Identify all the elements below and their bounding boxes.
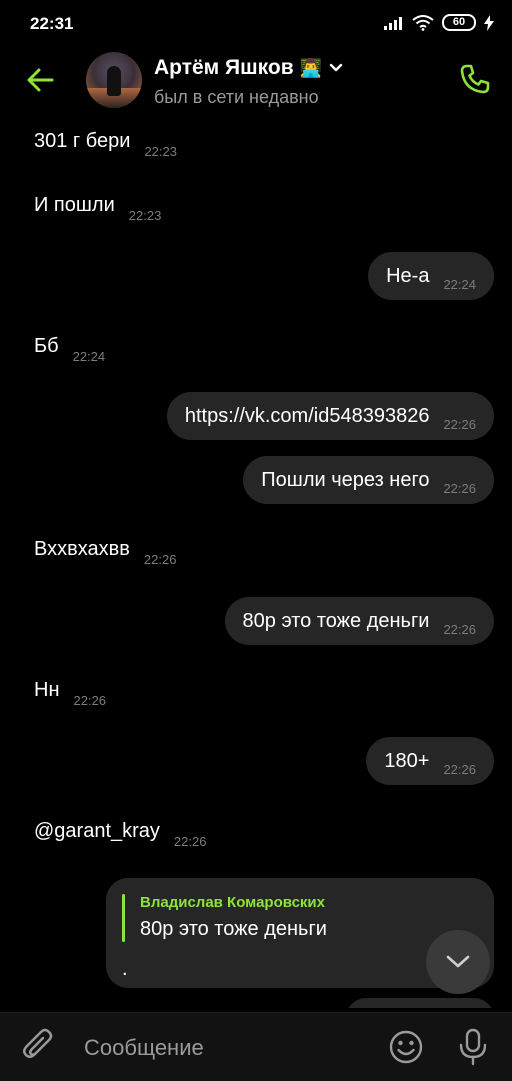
- message-time: 22:26: [443, 761, 476, 777]
- microphone-icon[interactable]: [454, 1027, 492, 1067]
- message-time: 22:26: [73, 693, 107, 708]
- reply-quote-bar: [122, 894, 125, 942]
- message-text: Нн: [34, 679, 60, 701]
- message-text: Вххвхахвв: [34, 538, 130, 560]
- contact-status: был в сети недавно: [154, 87, 319, 107]
- message-text: 180+: [384, 749, 430, 772]
- message-time: 22:26: [143, 552, 177, 567]
- message-link[interactable]: https://vk.com/id548393826: [185, 405, 430, 428]
- message-outgoing[interactable]: 180+ 22:26: [366, 737, 494, 785]
- message-text: Пошли через него: [261, 468, 430, 491]
- message-text: .: [122, 958, 128, 980]
- message-time: 22:23: [144, 144, 177, 159]
- message-incoming[interactable]: И пошли 22:23: [34, 194, 161, 223]
- reply-quoted-text: 80р это тоже деньги: [140, 918, 327, 940]
- message-incoming[interactable]: Бб 22:24: [34, 335, 105, 364]
- chevron-down-icon: [446, 955, 470, 968]
- signal-icon: [384, 16, 402, 30]
- battery-indicator: 60: [442, 14, 476, 31]
- paperclip-icon[interactable]: [20, 1027, 58, 1065]
- status-icons: 60: [384, 14, 494, 31]
- message-time: 22:26: [443, 480, 476, 496]
- message-text: Не-а: [386, 264, 430, 287]
- message-text: Бб: [34, 335, 59, 357]
- avatar[interactable]: [86, 52, 142, 108]
- message-time: 22:26: [443, 416, 476, 432]
- message-outgoing[interactable]: https://vk.com/id548393826 22:26: [166, 392, 494, 440]
- message-outgoing[interactable]: Не-а 22:24: [368, 252, 494, 300]
- message-time: 22:24: [72, 349, 106, 364]
- status-bar: 22:31 60: [0, 0, 512, 48]
- message-input[interactable]: [82, 1031, 376, 1065]
- phone-icon[interactable]: [458, 62, 492, 96]
- message-outgoing-partial[interactable]: [346, 998, 494, 1008]
- message-time: 22:26: [173, 834, 207, 849]
- message-text: 80р это тоже деньги: [242, 609, 430, 632]
- chevron-down-icon[interactable]: [328, 60, 344, 76]
- contact-name-row[interactable]: Артём Яшков 👨‍💻: [154, 56, 344, 80]
- reply-author[interactable]: Владислав Комаровских: [140, 894, 325, 911]
- message-outgoing[interactable]: Пошли через него 22:26: [243, 456, 494, 504]
- message-time: 22:23: [128, 208, 162, 223]
- message-text: 301 г бери: [34, 130, 131, 152]
- scroll-to-bottom-button[interactable]: [426, 930, 490, 994]
- message-outgoing[interactable]: 80р это тоже деньги 22:26: [224, 597, 494, 645]
- message-time: 22:24: [443, 276, 476, 292]
- contact-emoji: 👨‍💻: [299, 57, 323, 78]
- wifi-icon: [412, 14, 434, 31]
- message-incoming[interactable]: Нн 22:26: [34, 679, 106, 708]
- back-arrow-icon[interactable]: [22, 62, 58, 98]
- charging-icon: [484, 14, 494, 31]
- emoji-icon[interactable]: [388, 1029, 424, 1065]
- message-text: И пошли: [34, 194, 115, 216]
- chat-header: Артём Яшков 👨‍💻 был в сети недавно: [0, 48, 512, 120]
- message-composer: [0, 1012, 512, 1081]
- message-time: 22:26: [443, 621, 476, 637]
- message-incoming[interactable]: @garant_kray 22:26: [34, 820, 206, 849]
- contact-name: Артём Яшков: [154, 56, 294, 79]
- message-incoming[interactable]: 301 г бери 22:23: [34, 130, 177, 159]
- status-time: 22:31: [30, 14, 74, 33]
- mention-link[interactable]: @garant_kray: [34, 820, 160, 843]
- message-incoming[interactable]: Вххвхахвв 22:26: [34, 538, 176, 567]
- message-list[interactable]: 301 г бери 22:23 И пошли 22:23 Не-а 22:2…: [0, 120, 512, 1008]
